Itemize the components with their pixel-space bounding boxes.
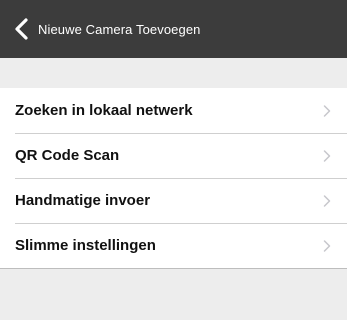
menu-item-local-network-search[interactable]: Zoeken in lokaal netwerk [0, 88, 347, 133]
app-screen: Nieuwe Camera Toevoegen Zoeken in lokaal… [0, 0, 347, 320]
add-camera-options-list: Zoeken in lokaal netwerk QR Code Scan Ha… [0, 88, 347, 269]
chevron-right-icon [323, 194, 331, 207]
menu-item-qr-code-scan[interactable]: QR Code Scan [0, 133, 347, 178]
menu-item-smart-settings[interactable]: Slimme instellingen [0, 223, 347, 269]
chevron-right-icon [323, 239, 331, 252]
chevron-right-icon [323, 104, 331, 117]
back-button[interactable]: Nieuwe Camera Toevoegen [0, 0, 201, 58]
chevron-left-icon[interactable] [14, 18, 32, 40]
navigation-bar: Nieuwe Camera Toevoegen [0, 0, 347, 58]
menu-item-label: QR Code Scan [15, 147, 120, 164]
menu-item-label: Zoeken in lokaal netwerk [15, 102, 193, 119]
menu-item-label: Slimme instellingen [15, 237, 156, 254]
chevron-right-icon [323, 149, 331, 162]
page-title: Nieuwe Camera Toevoegen [38, 21, 201, 37]
menu-item-manual-entry[interactable]: Handmatige invoer [0, 178, 347, 223]
menu-item-label: Handmatige invoer [15, 192, 151, 209]
